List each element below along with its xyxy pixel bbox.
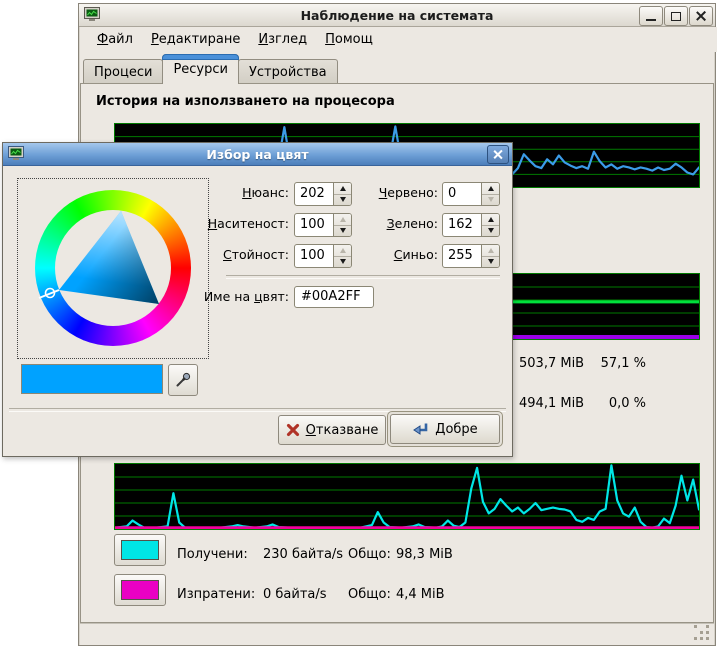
- tab-strip: Процеси Ресурси Устройства: [83, 54, 337, 84]
- tab-processes[interactable]: Процеси: [83, 59, 163, 84]
- green-label: Зелено:: [333, 213, 438, 235]
- color-name-label: Име на цвят:: [153, 286, 289, 308]
- received-color-swatch: [121, 540, 159, 560]
- memory-used-percent: 57,1 %: [568, 356, 646, 371]
- minimize-button[interactable]: [639, 6, 663, 26]
- received-total-label: Общо:: [348, 547, 391, 562]
- received-total: 98,3 MiB: [396, 547, 453, 562]
- resize-grip-icon[interactable]: [694, 625, 697, 628]
- red-spinbox[interactable]: 0: [442, 182, 500, 206]
- value-label: Стойност:: [153, 244, 289, 266]
- sent-label: Изпратени:: [177, 587, 255, 602]
- color-picker-dialog: Избор на цвят Нюанс: 202 Наситеност:: [2, 142, 513, 457]
- sent-color-swatch: [121, 580, 159, 600]
- color-name-input[interactable]: #00A2FF: [294, 286, 374, 308]
- tab-resources[interactable]: Ресурси: [162, 54, 239, 84]
- menu-view[interactable]: Изглед: [249, 29, 316, 50]
- received-color-button[interactable]: [114, 534, 166, 566]
- hue-label: Нюанс:: [153, 182, 289, 204]
- window-title: Наблюдение на системата: [79, 8, 715, 23]
- menu-file[interactable]: Файл: [88, 29, 142, 50]
- received-label: Получени:: [177, 547, 248, 562]
- eyedropper-button[interactable]: [168, 364, 198, 396]
- cancel-button[interactable]: Отказване: [278, 415, 386, 445]
- green-spinbox[interactable]: 162: [442, 213, 500, 237]
- close-icon: [494, 150, 503, 159]
- red-label: Червено:: [333, 182, 438, 204]
- sent-rate: 0 байта/s: [263, 587, 327, 602]
- ok-button[interactable]: Добре: [390, 414, 500, 444]
- close-icon: [696, 11, 706, 21]
- maximize-icon: [671, 12, 681, 21]
- ok-enter-arrow-icon: [412, 422, 429, 437]
- spin-down-icon[interactable]: [482, 226, 499, 237]
- tab-devices[interactable]: Устройства: [238, 59, 338, 84]
- blue-spinbox[interactable]: 255: [442, 244, 500, 268]
- close-button[interactable]: [689, 6, 713, 26]
- network-history-chart: [114, 463, 700, 530]
- spin-up-icon[interactable]: [482, 214, 499, 226]
- swap-used-percent: 0,0 %: [568, 396, 646, 411]
- spin-up-icon[interactable]: [482, 183, 499, 195]
- eyedropper-icon: [175, 372, 191, 388]
- ok-button-default-ring: Добре: [387, 411, 503, 447]
- spin-up-icon[interactable]: [482, 245, 499, 257]
- current-color-preview: [21, 364, 163, 394]
- cancel-x-icon: [286, 423, 300, 437]
- sent-color-button[interactable]: [114, 574, 166, 606]
- spin-down-icon[interactable]: [482, 257, 499, 268]
- blue-label: Синьо:: [333, 244, 438, 266]
- spin-down-icon[interactable]: [482, 195, 499, 206]
- dialog-titlebar[interactable]: Избор на цвят: [3, 143, 512, 166]
- menu-help[interactable]: Помощ: [316, 29, 382, 50]
- dialog-close-button[interactable]: [487, 145, 509, 164]
- separator: [226, 275, 500, 279]
- sent-total: 4,4 MiB: [396, 587, 445, 602]
- received-rate: 230 байта/s: [263, 547, 343, 562]
- minimize-icon: [646, 19, 656, 21]
- menu-edit[interactable]: Редактиране: [142, 29, 249, 50]
- desktop: Наблюдение на системата Файл Редактиране…: [0, 0, 717, 647]
- cpu-history-title: История на използването на процесора: [96, 94, 395, 109]
- maximize-button[interactable]: [664, 6, 688, 26]
- dialog-title: Избор на цвят: [3, 147, 512, 162]
- statusbar: [80, 623, 714, 645]
- hsv-color-wheel[interactable]: [17, 178, 209, 359]
- main-titlebar[interactable]: Наблюдение на системата: [79, 4, 715, 27]
- sent-total-label: Общо:: [348, 587, 391, 602]
- saturation-label: Наситеност:: [153, 213, 289, 235]
- menubar: Файл Редактиране Изглед Помощ: [80, 27, 717, 52]
